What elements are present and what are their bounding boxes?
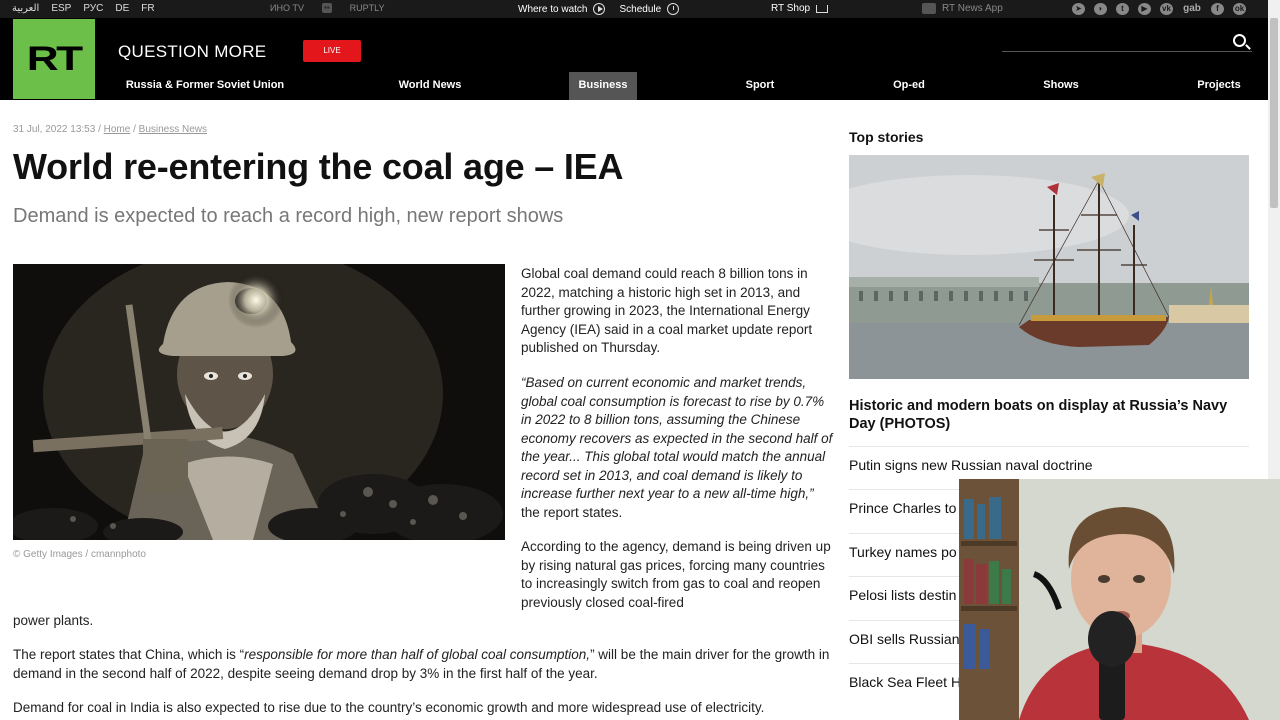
lang-arabic[interactable]: العربية bbox=[12, 3, 39, 14]
image-caption: © Getty Images / cmannphoto bbox=[13, 549, 146, 560]
rss-icon[interactable]: ◗ bbox=[1094, 3, 1107, 15]
nav-item-op-ed[interactable]: Op-ed bbox=[885, 72, 933, 100]
top-story-headline[interactable]: Historic and modern boats on display at … bbox=[849, 397, 1239, 433]
top-utility-bar: العربية ESP РУС DE FR ИНО TV ▪▪ RUPTLY W… bbox=[0, 0, 1268, 18]
language-switcher: العربية ESP РУС DE FR bbox=[12, 3, 155, 14]
inotv-logo[interactable]: ИНО TV bbox=[270, 3, 304, 13]
main-nav: Russia & Former Soviet Union World News … bbox=[0, 72, 1268, 100]
article-paragraph-5: Demand for coal in India is also expecte… bbox=[13, 700, 765, 715]
facebook-icon[interactable]: f bbox=[1211, 3, 1224, 15]
lang-german[interactable]: DE bbox=[115, 3, 129, 14]
twitter-icon[interactable]: t bbox=[1116, 3, 1129, 15]
search-icon[interactable] bbox=[1233, 34, 1246, 47]
live-button[interactable]: LIVE bbox=[303, 40, 361, 62]
ruptly-logo[interactable]: RUPTLY bbox=[350, 3, 385, 13]
article-paragraph-2: “Based on current economic and market tr… bbox=[521, 374, 833, 522]
partner-logo-icon[interactable]: ▪▪ bbox=[321, 3, 332, 13]
breadcrumb-home[interactable]: Home bbox=[104, 124, 131, 135]
play-icon bbox=[593, 3, 606, 15]
nav-item-world-news[interactable]: World News bbox=[390, 72, 470, 100]
lang-french[interactable]: FR bbox=[141, 3, 154, 14]
breadcrumb-separator: / bbox=[98, 124, 101, 135]
scrollbar-thumb[interactable] bbox=[1270, 18, 1278, 208]
article-hero-image bbox=[13, 264, 505, 540]
breadcrumb-business-news[interactable]: Business News bbox=[139, 124, 207, 135]
top-story-image[interactable] bbox=[849, 155, 1249, 379]
page: العربية ESP РУС DE FR ИНО TV ▪▪ RUPTLY W… bbox=[0, 0, 1280, 720]
breadcrumb-separator: / bbox=[133, 124, 136, 135]
nav-item-business[interactable]: Business bbox=[569, 72, 637, 100]
article-title: World re-entering the coal age – IEA bbox=[13, 146, 624, 187]
article-paragraph-4: The report states that China, which is “… bbox=[13, 646, 833, 683]
breadcrumb: 31 Jul, 2022 13:53 / Home / Business New… bbox=[13, 124, 207, 135]
clock-icon bbox=[667, 3, 680, 15]
ship-photo bbox=[849, 155, 1249, 379]
article-paragraph-1: Global coal demand could reach 8 billion… bbox=[521, 266, 813, 355]
gab-icon[interactable]: gab bbox=[1182, 3, 1202, 15]
p4-lead: The report states that China, which is “ bbox=[13, 647, 245, 662]
app-icon bbox=[922, 3, 936, 14]
cart-icon bbox=[816, 5, 829, 13]
webcam-overlay bbox=[959, 479, 1280, 720]
schedule-label: Schedule bbox=[619, 3, 662, 15]
rt-shop-label: RT Shop bbox=[771, 3, 811, 14]
quote-attribution: the report states. bbox=[521, 504, 623, 520]
nav-item-projects[interactable]: Projects bbox=[1192, 72, 1246, 100]
quote-text: “Based on current economic and market tr… bbox=[521, 375, 833, 501]
p4-quote: responsible for more than half of global… bbox=[244, 647, 591, 662]
tagline: QUESTION MORE bbox=[118, 42, 267, 61]
article-paragraph-3a: According to the agency, demand is being… bbox=[521, 539, 831, 610]
odnoklassniki-icon[interactable]: ok bbox=[1233, 3, 1246, 15]
article-date: 31 Jul, 2022 13:53 bbox=[13, 124, 96, 135]
partner-brands: ИНО TV ▪▪ RUPTLY bbox=[270, 3, 385, 13]
article-paragraph-3b: power plants. bbox=[13, 613, 94, 628]
nav-item-shows[interactable]: Shows bbox=[1037, 72, 1085, 100]
lang-russian[interactable]: РУС bbox=[83, 3, 103, 14]
top-stories-heading: Top stories bbox=[849, 129, 924, 145]
where-to-watch-link[interactable]: Where to watch bbox=[518, 3, 606, 15]
rt-shop-link[interactable]: RT Shop bbox=[771, 3, 829, 14]
nav-item-sport[interactable]: Sport bbox=[735, 72, 785, 100]
schedule-link[interactable]: Schedule bbox=[619, 3, 680, 15]
youtube-icon[interactable]: ▶ bbox=[1138, 3, 1151, 15]
lang-spanish[interactable]: ESP bbox=[51, 3, 71, 14]
social-links: ➤ ◗ t ▶ vk gab f ok bbox=[1072, 3, 1246, 15]
article-subtitle: Demand is expected to reach a record hig… bbox=[13, 205, 564, 227]
coal-miner-photo bbox=[13, 264, 505, 540]
site-header: RT QUESTION MORE LIVE Russia & Former So… bbox=[0, 18, 1268, 100]
where-to-watch-label: Where to watch bbox=[518, 3, 588, 15]
vk-icon[interactable]: vk bbox=[1160, 3, 1173, 15]
rt-news-app-label: RT News App bbox=[942, 3, 1003, 14]
nav-item-russia[interactable]: Russia & Former Soviet Union bbox=[120, 72, 290, 100]
telegram-icon[interactable]: ➤ bbox=[1072, 3, 1085, 15]
rt-news-app-link[interactable]: RT News App bbox=[922, 3, 1003, 14]
presenter-webcam bbox=[959, 479, 1280, 720]
search-input[interactable] bbox=[1002, 51, 1252, 52]
utility-links: Where to watch Schedule bbox=[518, 3, 685, 15]
